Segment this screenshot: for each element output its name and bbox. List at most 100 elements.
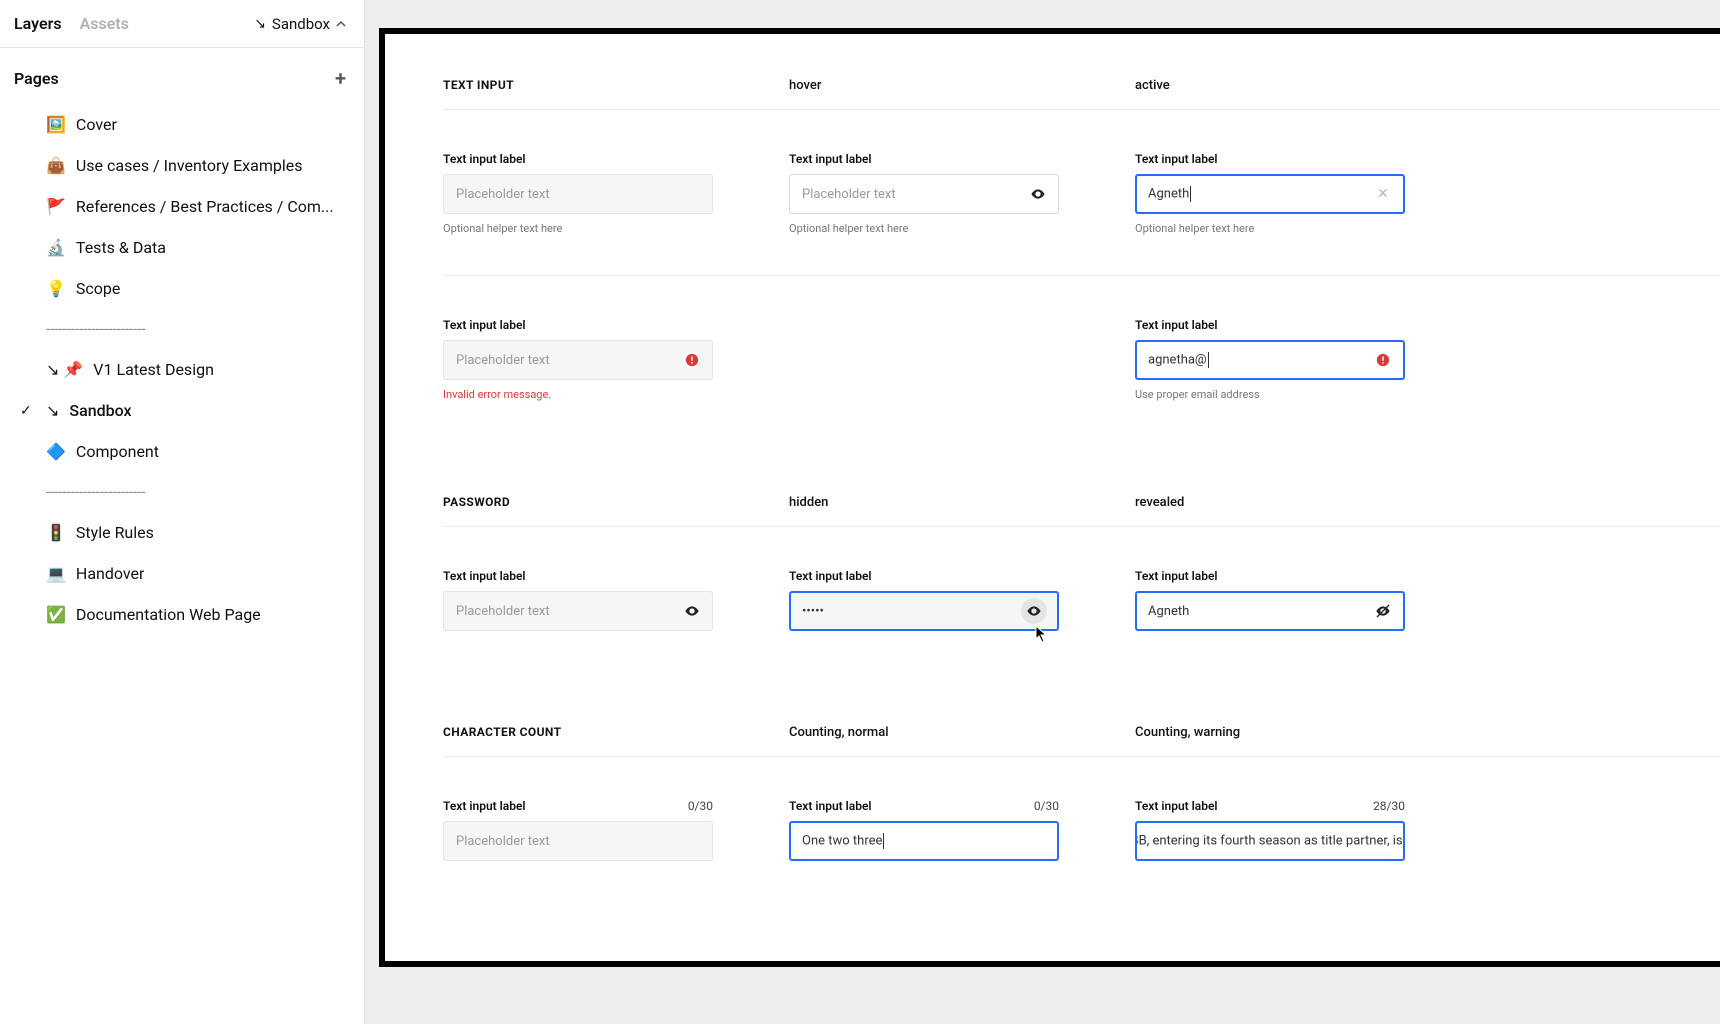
page-item-label: Cover [76, 115, 117, 134]
field-label: Text input label [789, 152, 872, 166]
arrow-down-right-icon: ↘ [254, 16, 266, 32]
text-input-hover: Text input label Placeholder text Option… [789, 152, 1135, 235]
field-label: Text input label [1135, 799, 1218, 813]
input-value: ••••• [802, 604, 824, 619]
check-icon: ✓ [20, 403, 32, 419]
page-item-documentation[interactable]: ✅ Documentation Web Page [0, 594, 364, 635]
text-input-error-active: Text input label agnetha@ Use proper ema… [1135, 318, 1481, 401]
column-header-counting-normal: Counting, normal [789, 725, 1135, 740]
page-item-style-rules[interactable]: 🚦 Style Rules [0, 512, 364, 553]
page-item-label: Scope [76, 279, 120, 298]
field-label: Text input label [1135, 152, 1218, 166]
page-emoji-icon: 🔷 [46, 442, 66, 461]
page-selector[interactable]: ↘ Sandbox [254, 15, 346, 33]
page-item-label: Use cases / Inventory Examples [76, 156, 303, 175]
page-item-label: Component [76, 442, 159, 461]
char-count-row: Text input label 0/30 Placeholder text T… [443, 757, 1720, 901]
eye-icon[interactable] [1028, 184, 1048, 204]
page-item-use-cases[interactable]: 👜 Use cases / Inventory Examples [0, 145, 364, 186]
text-input-error-hover-empty [789, 318, 1135, 401]
text-input[interactable]: ABB, entering its fourth season as title… [1135, 821, 1405, 861]
section-header-text-input: TEXT INPUT hover active [443, 64, 1720, 110]
field-label: Text input label [789, 569, 872, 583]
page-item-sandbox[interactable]: ✓ ↘ Sandbox [0, 390, 364, 431]
page-item-tests-data[interactable]: 🔬 Tests & Data [0, 227, 364, 268]
text-input-row-error: Text input label Placeholder text Invali… [443, 276, 1720, 441]
input-placeholder: Placeholder text [456, 604, 550, 619]
char-count-normal: Text input label 0/30 One two three [789, 799, 1135, 861]
page-divider: ------------------------ [0, 472, 364, 512]
tab-layers[interactable]: Layers [14, 14, 62, 33]
page-item-references[interactable]: 🚩 References / Best Practices / Com... [0, 186, 364, 227]
text-input[interactable]: agnetha@ [1135, 340, 1405, 380]
section-title: CHARACTER COUNT [443, 725, 789, 740]
field-label: Text input label [1135, 569, 1218, 583]
page-emoji-icon: ✅ [46, 605, 66, 624]
input-value: One two three [802, 833, 884, 849]
password-input[interactable]: ••••• [789, 591, 1059, 631]
layers-sidebar: Layers Assets ↘ Sandbox Pages + 🖼️ Cover… [0, 0, 365, 1024]
tab-assets[interactable]: Assets [80, 14, 129, 33]
column-header-hidden: hidden [789, 495, 1135, 510]
page-item-handover[interactable]: 💻 Handover [0, 553, 364, 594]
page-emoji-icon: 👜 [46, 156, 66, 175]
input-value: Agneth [1148, 186, 1191, 202]
helper-text: Optional helper text here [1135, 222, 1405, 235]
helper-text: Optional helper text here [789, 222, 1059, 235]
page-emoji-icon: 🚩 [46, 197, 66, 216]
text-input[interactable]: Placeholder text [443, 174, 713, 214]
text-input-default: Text input label Placeholder text Option… [443, 152, 789, 235]
char-counter: 0/30 [688, 799, 713, 813]
field-label: Text input label [1135, 318, 1218, 332]
column-header-revealed: revealed [1135, 495, 1481, 510]
design-frame[interactable]: TEXT INPUT hover active Text input label… [379, 28, 1720, 967]
pages-list: 🖼️ Cover 👜 Use cases / Inventory Example… [0, 98, 364, 641]
text-input[interactable]: Placeholder text [443, 340, 713, 380]
text-input[interactable]: Agneth ✕ [1135, 174, 1405, 214]
page-item-component[interactable]: 🔷 Component [0, 431, 364, 472]
password-input[interactable]: Agneth [1135, 591, 1405, 631]
add-page-button[interactable]: + [335, 68, 346, 88]
page-item-scope[interactable]: 💡 Scope [0, 268, 364, 309]
column-header-counting-warning: Counting, warning [1135, 725, 1481, 740]
page-item-label: Style Rules [76, 523, 154, 542]
pages-header: Pages + [0, 48, 364, 98]
reveal-password-button[interactable] [1021, 598, 1047, 624]
text-input[interactable]: Placeholder text [443, 821, 713, 861]
field-label: Text input label [443, 152, 526, 166]
page-item-label: ------------------------ [46, 483, 146, 501]
section-title: TEXT INPUT [443, 78, 789, 93]
field-label: Text input label [443, 318, 526, 332]
error-icon [1373, 350, 1393, 370]
clear-icon[interactable]: ✕ [1373, 184, 1393, 204]
input-value: agnetha@ [1148, 352, 1209, 368]
page-item-label: Sandbox [69, 401, 131, 420]
input-placeholder: Placeholder text [456, 187, 550, 202]
eye-icon[interactable] [682, 601, 702, 621]
eye-off-icon[interactable] [1373, 601, 1393, 621]
page-emoji-icon: 🚦 [46, 523, 66, 542]
input-value: ABB, entering its fourth season as title… [1135, 833, 1405, 849]
password-hidden: Text input label ••••• [789, 569, 1135, 631]
password-row: Text input label Placeholder text Text i… [443, 527, 1720, 671]
password-default: Text input label Placeholder text [443, 569, 789, 631]
page-divider: ------------------------ [0, 309, 364, 349]
helper-text: Optional helper text here [443, 222, 713, 235]
char-counter: 0/30 [1034, 799, 1059, 813]
text-input[interactable]: One two three [789, 821, 1059, 861]
input-placeholder: Placeholder text [456, 834, 550, 849]
page-item-label: V1 Latest Design [93, 360, 214, 379]
column-header-hover: hover [789, 78, 1135, 93]
section-title: PASSWORD [443, 495, 789, 510]
error-text: Invalid error message. [443, 388, 713, 401]
input-placeholder: Placeholder text [456, 353, 550, 368]
canvas[interactable]: TEXT INPUT hover active Text input label… [365, 0, 1720, 1024]
text-input[interactable]: Placeholder text [789, 174, 1059, 214]
section-header-char-count: CHARACTER COUNT Counting, normal Countin… [443, 711, 1720, 757]
page-emoji-icon: 🖼️ [46, 115, 66, 134]
page-item-v1-latest[interactable]: ↘ 📌 V1 Latest Design [0, 349, 364, 390]
helper-text: Use proper email address [1135, 388, 1405, 401]
password-input[interactable]: Placeholder text [443, 591, 713, 631]
pages-header-label: Pages [14, 69, 59, 88]
page-item-cover[interactable]: 🖼️ Cover [0, 104, 364, 145]
